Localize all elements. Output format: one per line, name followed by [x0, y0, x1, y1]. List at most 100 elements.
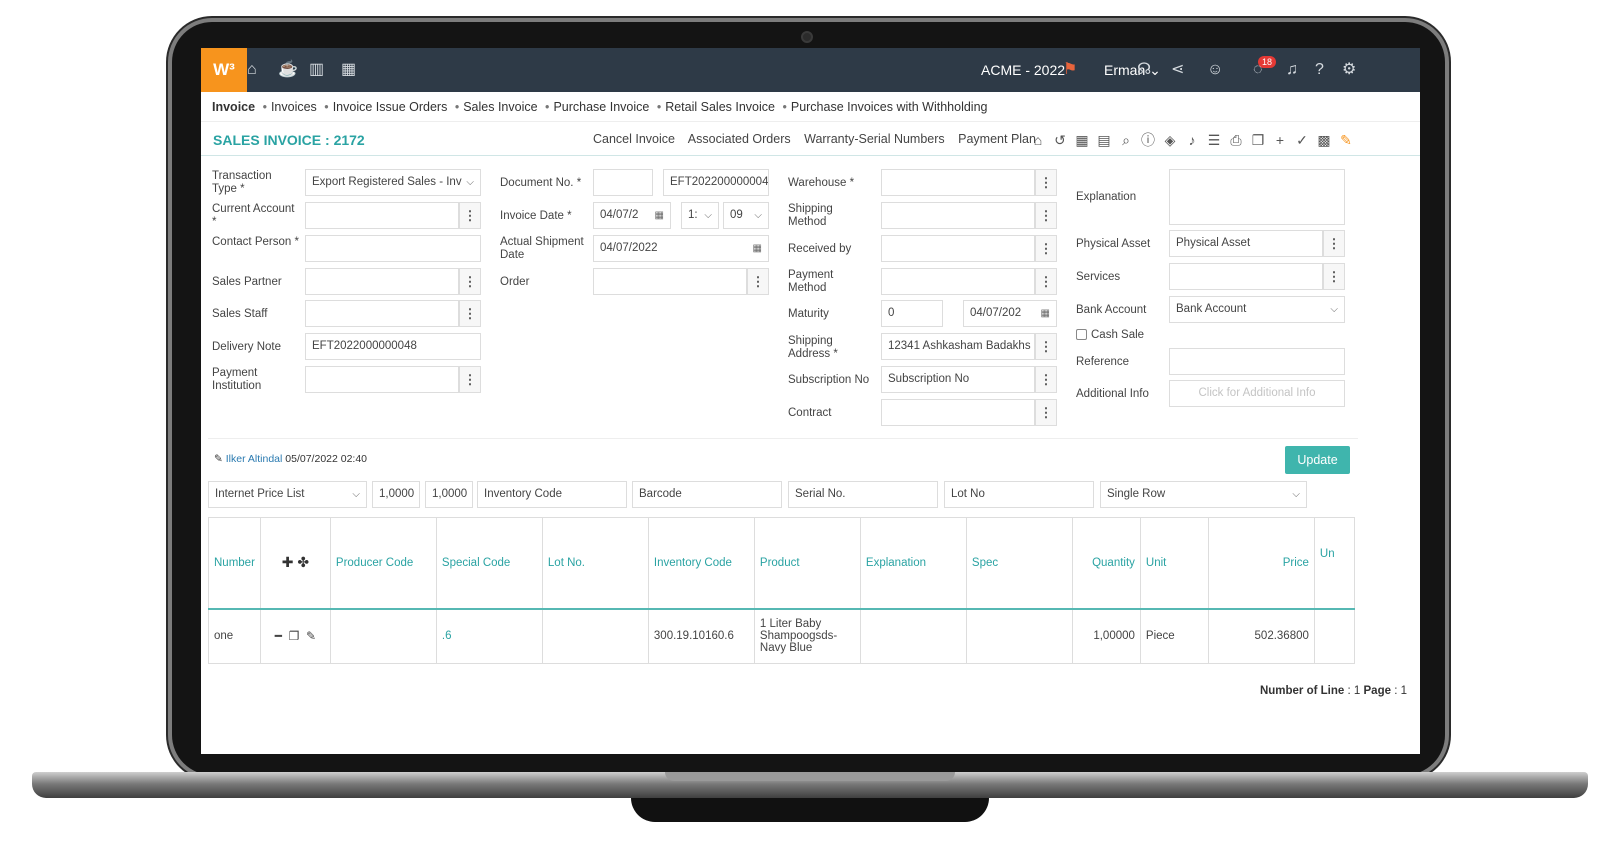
col-explanation[interactable]: Explanation [859, 517, 967, 610]
col-inventory-code[interactable]: Inventory Code [647, 517, 755, 610]
tab-sales-invoice[interactable]: Sales Invoice [463, 100, 537, 114]
subscription-input[interactable]: Subscription No [881, 366, 1035, 393]
services-input[interactable] [1169, 263, 1323, 290]
table-icon[interactable]: ▦ [1071, 132, 1093, 149]
edit-icon[interactable]: ✎ [306, 629, 316, 643]
warehouse-input[interactable] [881, 169, 1035, 196]
box-icon[interactable]: ◈ [1159, 132, 1181, 149]
tab-invoices[interactable]: Invoices [271, 100, 317, 114]
share-icon[interactable]: ⋖ [1171, 60, 1184, 80]
edit-icon[interactable]: ✎ [1335, 132, 1357, 149]
payment-method-input[interactable] [881, 268, 1035, 295]
shipping-method-more-icon[interactable]: ⋮ [1035, 202, 1057, 229]
subscription-more-icon[interactable]: ⋮ [1035, 366, 1057, 393]
warranty-serial-link[interactable]: Warranty-Serial Numbers [804, 132, 945, 146]
col-unit-price[interactable]: Un [1313, 517, 1355, 610]
cash-sale-checkbox[interactable]: Cash Sale [1076, 329, 1144, 342]
physical-asset-more-icon[interactable]: ⋮ [1323, 230, 1345, 257]
calendar-icon[interactable]: ▦ [655, 203, 664, 228]
smiley-icon[interactable]: ☺ [1207, 60, 1223, 80]
delivery-note-input[interactable]: EFT2022000000048 [305, 333, 481, 360]
invoice-hour-select[interactable]: 1: ⌵ [681, 202, 719, 229]
explanation-textarea[interactable] [1169, 169, 1345, 225]
app-logo[interactable]: W³ [201, 48, 247, 92]
add-icon[interactable]: ✚ [282, 554, 294, 570]
tab-retail-sales-invoice[interactable]: Retail Sales Invoice [665, 100, 775, 114]
bank-icon[interactable]: ⌂ [1027, 132, 1049, 148]
qr-icon[interactable]: ▩ [1313, 132, 1335, 149]
calendar-icon[interactable]: ▦ [1041, 301, 1050, 326]
serial-no-input[interactable]: Serial No. [788, 481, 938, 508]
contact-person-input[interactable] [305, 235, 481, 262]
price-list-select[interactable]: Internet Price List ⌵ [208, 481, 367, 508]
home-icon[interactable]: ⌂ [247, 60, 257, 80]
puzzle-icon[interactable]: ✤ [297, 554, 309, 570]
actual-shipment-input[interactable]: 04/07/2022 ▦ [593, 235, 769, 262]
lot-no-input[interactable]: Lot No [944, 481, 1094, 508]
barcode-input[interactable]: Barcode [632, 481, 782, 508]
list-icon[interactable]: ☰ [1203, 132, 1225, 149]
invoice-date-input[interactable]: 04/07/2 ▦ [593, 202, 671, 229]
col-producer-code[interactable]: Producer Code [329, 517, 437, 610]
payment-plan-link[interactable]: Payment Plan [958, 132, 1036, 146]
additional-info-input[interactable]: Click for Additional Info [1169, 380, 1345, 407]
rate-input-2[interactable]: 1,0000 [425, 481, 473, 508]
row-mode-select[interactable]: Single Row ⌵ [1100, 481, 1307, 508]
tab-purchase-invoice[interactable]: Purchase Invoice [553, 100, 649, 114]
col-unit[interactable]: Unit [1139, 517, 1209, 610]
check-icon[interactable]: ✓ [1291, 132, 1313, 149]
order-input[interactable] [593, 268, 747, 295]
rate-input-1[interactable]: 1,0000 [372, 481, 420, 508]
sales-partner-input[interactable] [305, 268, 459, 295]
tab-invoice-issue-orders[interactable]: Invoice Issue Orders [333, 100, 448, 114]
calendar-icon[interactable]: ▦ [753, 236, 762, 261]
print-icon[interactable]: ⎙ [1225, 132, 1247, 149]
sales-staff-input[interactable] [305, 300, 459, 327]
shipping-method-input[interactable] [881, 202, 1035, 229]
document-no-input[interactable]: EFT202200000004 [663, 169, 769, 196]
copy-icon[interactable]: ❐ [1247, 132, 1269, 149]
history-icon[interactable]: ↺ [1049, 132, 1071, 149]
sales-partner-more-icon[interactable]: ⋮ [459, 268, 481, 295]
headset-icon[interactable]: ☊ [1137, 60, 1151, 80]
col-number[interactable]: Number [208, 517, 261, 610]
duplicate-icon[interactable]: ❐ [289, 629, 300, 643]
payment-institution-input[interactable] [305, 366, 459, 393]
current-account-input[interactable] [305, 202, 459, 229]
chat-icon[interactable]: ◌ [1253, 60, 1263, 80]
table-row[interactable]: one ━ ❐ ✎ .6 300.19.10160.6 1 Liter Baby… [208, 608, 1355, 664]
bank-account-select[interactable]: Bank Account ⌵ [1169, 296, 1345, 323]
warehouse-more-icon[interactable]: ⋮ [1035, 169, 1057, 196]
payment-institution-more-icon[interactable]: ⋮ [459, 366, 481, 393]
shipping-address-input[interactable]: 12341 Ashkasham Badakhs [881, 333, 1035, 360]
flag-icon[interactable]: ⚑ [1063, 60, 1077, 80]
calendar-icon[interactable]: ▦ [341, 60, 356, 80]
company-name[interactable]: ACME - 2022 [981, 62, 1065, 78]
contract-more-icon[interactable]: ⋮ [1035, 399, 1057, 426]
coffee-icon[interactable]: ☕ [278, 60, 298, 80]
transaction-type-select[interactable]: Export Registered Sales - Inv ⌵ [305, 169, 481, 196]
chart-icon[interactable]: ▥ [309, 60, 324, 80]
reference-input[interactable] [1169, 348, 1345, 375]
col-special-code[interactable]: Special Code [435, 517, 543, 610]
bell-icon[interactable]: ♫ [1286, 60, 1298, 80]
col-quantity[interactable]: Quantity [1071, 517, 1141, 610]
col-product[interactable]: Product [753, 517, 861, 610]
maturity-date-input[interactable]: 04/07/202 ▦ [963, 300, 1057, 327]
order-more-icon[interactable]: ⋮ [747, 268, 769, 295]
shipping-address-more-icon[interactable]: ⋮ [1035, 333, 1057, 360]
inventory-code-input[interactable]: Inventory Code [477, 481, 627, 508]
received-by-input[interactable] [881, 235, 1035, 262]
payment-method-more-icon[interactable]: ⋮ [1035, 268, 1057, 295]
associated-orders-link[interactable]: Associated Orders [688, 132, 791, 146]
author-link[interactable]: Ilker Altindal [226, 453, 283, 465]
received-by-more-icon[interactable]: ⋮ [1035, 235, 1057, 262]
col-spec[interactable]: Spec [965, 517, 1073, 610]
remove-icon[interactable]: ━ [275, 629, 282, 643]
help-icon[interactable]: ? [1315, 60, 1324, 80]
sales-staff-more-icon[interactable]: ⋮ [459, 300, 481, 327]
bell-icon[interactable]: ♪ [1181, 132, 1203, 148]
tab-purchase-withholding[interactable]: Purchase Invoices with Withholding [791, 100, 988, 114]
gear-icon[interactable]: ⚙ [1342, 60, 1356, 80]
user-menu[interactable]: Erman ⌄ [1104, 62, 1161, 79]
